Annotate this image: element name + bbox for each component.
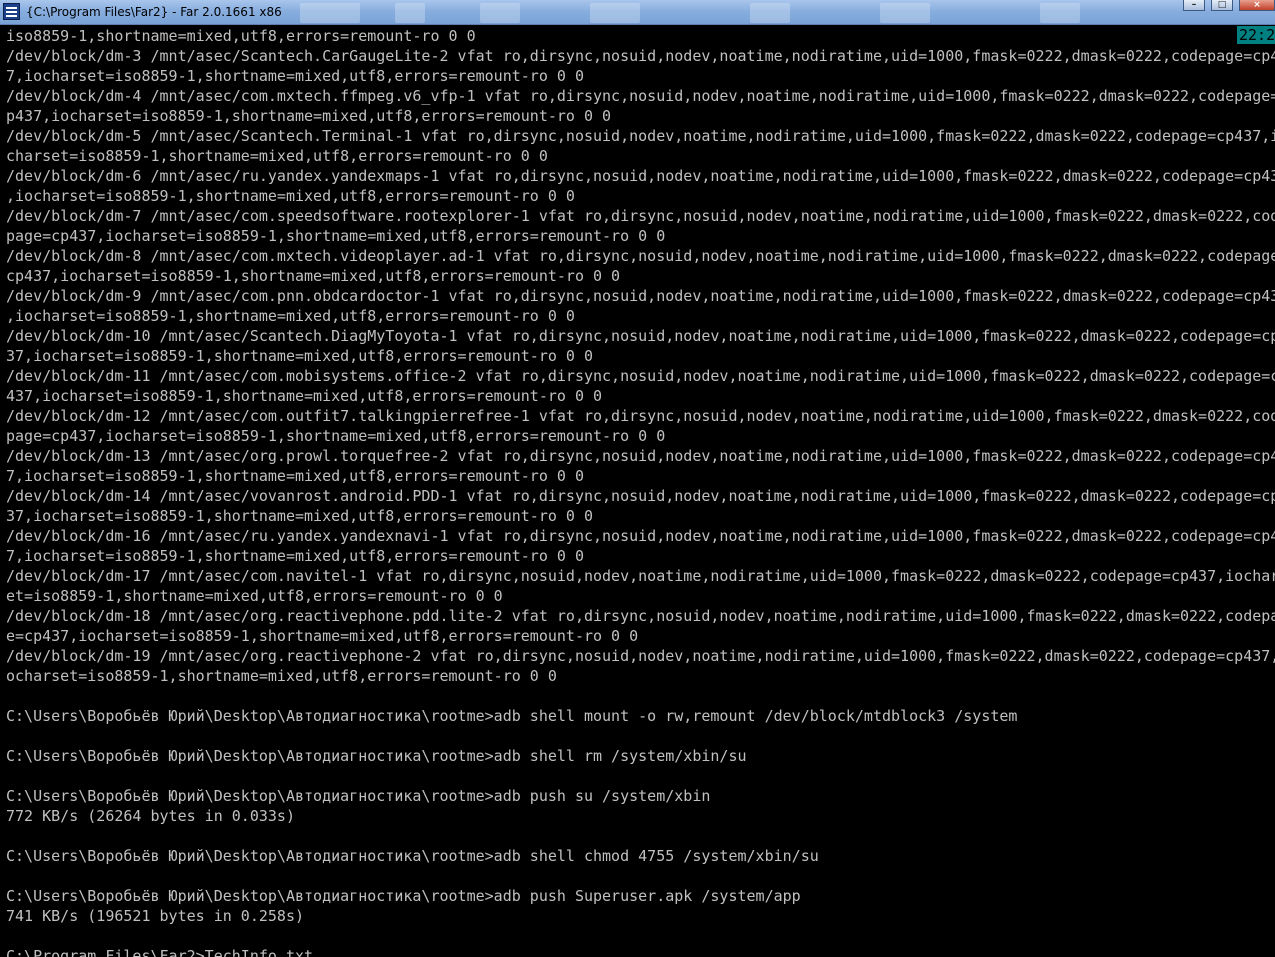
console-line: /dev/block/dm-9 /mnt/asec/com.pnn.obdcar… — [6, 287, 1275, 305]
console-line: 37,iocharset=iso8859-1,shortname=mixed,u… — [6, 347, 593, 365]
console-line: /dev/block/dm-7 /mnt/asec/com.speedsoftw… — [6, 207, 1275, 225]
background-window-strip — [1040, 3, 1080, 23]
console-line: 37,iocharset=iso8859-1,shortname=mixed,u… — [6, 507, 593, 525]
window-title: {C:\Program Files\Far2} - Far 2.0.1661 x… — [26, 5, 282, 19]
console-line: /dev/block/dm-8 /mnt/asec/com.mxtech.vid… — [6, 247, 1275, 265]
background-window-strip — [300, 3, 360, 23]
console-line: ocharset=iso8859-1,shortname=mixed,utf8,… — [6, 667, 557, 685]
console-line: /dev/block/dm-14 /mnt/asec/vovanrost.and… — [6, 487, 1275, 505]
minimize-button[interactable]: – — [1183, 0, 1205, 11]
background-window-strip — [880, 3, 930, 23]
close-button[interactable]: × — [1239, 0, 1275, 11]
console-line: C:\Users\Воробьёв Юрий\Desktop\Автодиагн… — [6, 787, 711, 805]
console-line: 772 KB/s (26264 bytes in 0.033s) — [6, 807, 295, 825]
close-icon: × — [1253, 0, 1261, 10]
console-line: /dev/block/dm-16 /mnt/asec/ru.yandex.yan… — [6, 527, 1275, 545]
far-app-icon[interactable] — [3, 3, 20, 20]
console-line: /dev/block/dm-6 /mnt/asec/ru.yandex.yand… — [6, 167, 1275, 185]
console-line: 741 KB/s (196521 bytes in 0.258s) — [6, 907, 305, 925]
console-line: /dev/block/dm-19 /mnt/asec/org.reactivep… — [6, 647, 1275, 665]
console-line: C:\Users\Воробьёв Юрий\Desktop\Автодиагн… — [6, 887, 801, 905]
console-line: /dev/block/dm-5 /mnt/asec/Scantech.Termi… — [6, 127, 1275, 145]
console-line: /dev/block/dm-4 /mnt/asec/com.mxtech.ffm… — [6, 87, 1275, 105]
console-line: charset=iso8859-1,shortname=mixed,utf8,e… — [6, 147, 548, 165]
console-line: C:\Users\Воробьёв Юрий\Desktop\Автодиагн… — [6, 747, 747, 765]
console-line: /dev/block/dm-10 /mnt/asec/Scantech.Diag… — [6, 327, 1275, 345]
console-line: cp437,iocharset=iso8859-1,shortname=mixe… — [6, 267, 621, 285]
console-line: iso8859-1,shortname=mixed,utf8,errors=re… — [6, 27, 476, 45]
console-line: C:\Users\Воробьёв Юрий\Desktop\Автодиагн… — [6, 707, 1018, 725]
console-output[interactable]: iso8859-1,shortname=mixed,utf8,errors=re… — [6, 26, 1275, 957]
console-line: /dev/block/dm-11 /mnt/asec/com.mobisyste… — [6, 367, 1275, 385]
console-line: /dev/block/dm-17 /mnt/asec/com.navitel-1… — [6, 567, 1275, 585]
clock: 22:2 — [1237, 26, 1275, 44]
console-line: C:\Program Files\Far2>TechInfo.txt — [6, 947, 314, 957]
console-line: et=iso8859-1,shortname=mixed,utf8,errors… — [6, 587, 503, 605]
console-line: 7,iocharset=iso8859-1,shortname=mixed,ut… — [6, 547, 584, 565]
background-window-strip — [750, 3, 790, 23]
maximize-button[interactable]: □ — [1211, 0, 1233, 11]
console-line: ,iocharset=iso8859-1,shortname=mixed,utf… — [6, 307, 575, 325]
console-line: /dev/block/dm-3 /mnt/asec/Scantech.CarGa… — [6, 47, 1275, 65]
console-line: /dev/block/dm-18 /mnt/asec/org.reactivep… — [6, 607, 1275, 625]
title-bar[interactable]: {C:\Program Files\Far2} - Far 2.0.1661 x… — [0, 0, 1275, 25]
console-line: C:\Users\Воробьёв Юрий\Desktop\Автодиагн… — [6, 847, 819, 865]
minimize-icon: – — [1191, 0, 1197, 10]
console-line: ,iocharset=iso8859-1,shortname=mixed,utf… — [6, 187, 575, 205]
maximize-icon: □ — [1217, 0, 1227, 10]
console-line: page=cp437,iocharset=iso8859-1,shortname… — [6, 227, 666, 245]
background-window-strip — [590, 3, 640, 23]
background-window-strip — [480, 3, 520, 23]
console-line: 7,iocharset=iso8859-1,shortname=mixed,ut… — [6, 467, 584, 485]
console-line: /dev/block/dm-13 /mnt/asec/org.prowl.tor… — [6, 447, 1275, 465]
console-line: page=cp437,iocharset=iso8859-1,shortname… — [6, 427, 666, 445]
console-line: 437,iocharset=iso8859-1,shortname=mixed,… — [6, 387, 603, 405]
console-line: e=cp437,iocharset=iso8859-1,shortname=mi… — [6, 627, 639, 645]
far-console-window: {C:\Program Files\Far2} - Far 2.0.1661 x… — [0, 0, 1275, 957]
console-line: 7,iocharset=iso8859-1,shortname=mixed,ut… — [6, 67, 584, 85]
console-line: p437,iocharset=iso8859-1,shortname=mixed… — [6, 107, 612, 125]
background-window-strip — [395, 3, 425, 23]
console-line: /dev/block/dm-12 /mnt/asec/com.outfit7.t… — [6, 407, 1275, 425]
